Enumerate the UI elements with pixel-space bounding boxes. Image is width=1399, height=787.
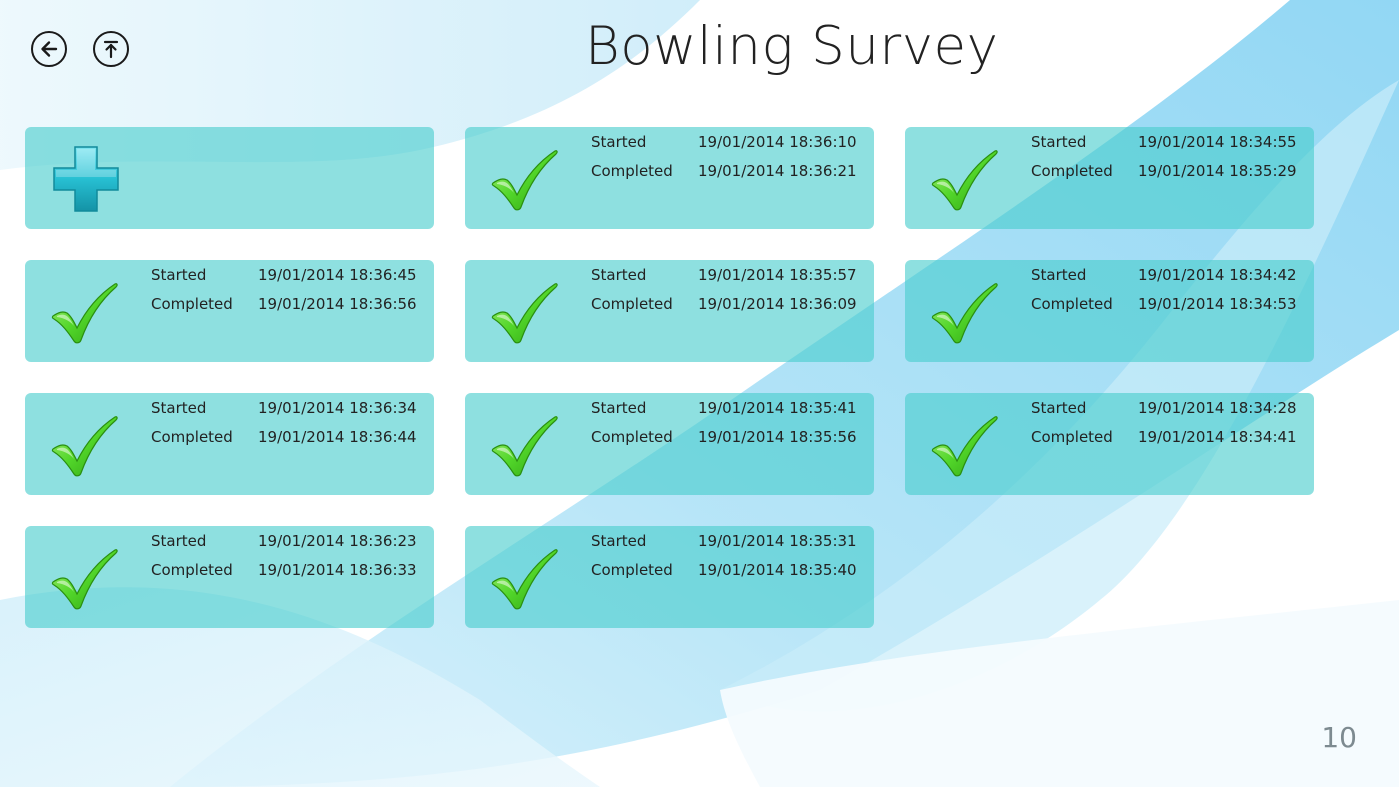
checkmark-icon (931, 149, 999, 211)
completed-label: Completed (591, 162, 673, 180)
survey-tile[interactable]: Started 19/01/2014 18:36:45 Completed 19/0… (25, 260, 434, 362)
completed-value: 19/01/2014 18:36:09 (698, 295, 857, 313)
completed-label: Completed (591, 428, 673, 446)
survey-tile[interactable]: Started 19/01/2014 18:34:42 Completed 19/0… (905, 260, 1314, 362)
survey-tile[interactable]: Started 19/01/2014 18:36:34 Completed 19/0… (25, 393, 434, 495)
completed-value: 19/01/2014 18:35:56 (698, 428, 857, 446)
started-label: Started (1031, 133, 1087, 151)
started-label: Started (591, 133, 647, 151)
add-survey-tile[interactable] (25, 127, 434, 229)
completed-value: 19/01/2014 18:36:44 (258, 428, 417, 446)
started-value: 19/01/2014 18:36:10 (698, 133, 857, 151)
completed-value: 19/01/2014 18:34:41 (1138, 428, 1297, 446)
survey-tile[interactable]: Started 19/01/2014 18:34:55 Completed 19/0… (905, 127, 1314, 229)
started-label: Started (1031, 399, 1087, 417)
survey-tile[interactable]: Started 19/01/2014 18:35:57 Completed 19/0… (465, 260, 874, 362)
upload-arrow-icon (103, 40, 119, 59)
completed-label: Completed (151, 561, 233, 579)
back-arrow-icon (41, 41, 58, 57)
started-label: Started (1031, 266, 1087, 284)
upload-button[interactable] (93, 31, 129, 67)
completed-label: Completed (1031, 428, 1113, 446)
completed-label: Completed (591, 561, 673, 579)
checkmark-icon (51, 548, 119, 610)
started-value: 19/01/2014 18:36:45 (258, 266, 417, 284)
page-title: Bowling Survey (585, 16, 999, 77)
survey-tile[interactable]: Started 19/01/2014 18:36:10 Completed 19/0… (465, 127, 874, 229)
completed-value: 19/01/2014 18:36:21 (698, 162, 857, 180)
back-button[interactable] (31, 31, 67, 67)
started-label: Started (151, 532, 207, 550)
started-value: 19/01/2014 18:36:23 (258, 532, 417, 550)
checkmark-icon (491, 548, 559, 610)
completed-label: Completed (591, 295, 673, 313)
checkmark-icon (51, 415, 119, 477)
completed-value: 19/01/2014 18:35:29 (1138, 162, 1297, 180)
started-value: 19/01/2014 18:35:41 (698, 399, 857, 417)
checkmark-icon (491, 415, 559, 477)
survey-tile[interactable]: Started 19/01/2014 18:34:28 Completed 19/0… (905, 393, 1314, 495)
started-value: 19/01/2014 18:34:55 (1138, 133, 1297, 151)
completed-value: 19/01/2014 18:34:53 (1138, 295, 1297, 313)
completed-value: 19/01/2014 18:36:33 (258, 561, 417, 579)
completed-value: 19/01/2014 18:35:40 (698, 561, 857, 579)
started-label: Started (591, 532, 647, 550)
completed-label: Completed (151, 428, 233, 446)
checkmark-icon (51, 282, 119, 344)
checkmark-icon (491, 149, 559, 211)
checkmark-icon (931, 282, 999, 344)
started-value: 19/01/2014 18:35:31 (698, 532, 857, 550)
completed-value: 19/01/2014 18:36:56 (258, 295, 417, 313)
started-value: 19/01/2014 18:34:42 (1138, 266, 1297, 284)
started-label: Started (151, 266, 207, 284)
survey-count: 10 (1321, 721, 1357, 754)
started-value: 19/01/2014 18:35:57 (698, 266, 857, 284)
completed-label: Completed (151, 295, 233, 313)
completed-label: Completed (1031, 162, 1113, 180)
checkmark-icon (491, 282, 559, 344)
survey-tile[interactable]: Started 19/01/2014 18:36:23 Completed 19/0… (25, 526, 434, 628)
checkmark-icon (931, 415, 999, 477)
survey-tile[interactable]: Started 19/01/2014 18:35:31 Completed 19/0… (465, 526, 874, 628)
plus-icon (53, 146, 119, 212)
survey-tile[interactable]: Started 19/01/2014 18:35:41 Completed 19/0… (465, 393, 874, 495)
started-label: Started (151, 399, 207, 417)
started-label: Started (591, 266, 647, 284)
started-value: 19/01/2014 18:36:34 (258, 399, 417, 417)
started-label: Started (591, 399, 647, 417)
completed-label: Completed (1031, 295, 1113, 313)
started-value: 19/01/2014 18:34:28 (1138, 399, 1297, 417)
